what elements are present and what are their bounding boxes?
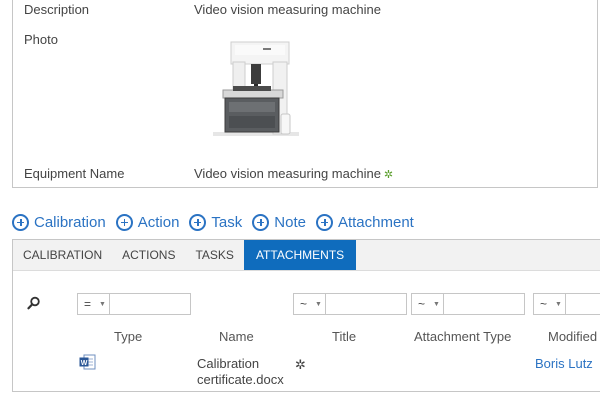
modified-by-link[interactable]: Boris Lutz <box>535 356 593 371</box>
description-label: Description <box>24 2 90 17</box>
modified-filter-operator-value: ~ <box>540 297 548 311</box>
attachment-name-line2[interactable]: certificate.docx <box>197 372 284 387</box>
equipment-name-value-wrapper: Video vision measuring machine ✲ <box>194 166 393 181</box>
add-action-label: Action <box>137 213 180 231</box>
chevron-down-icon: ▼ <box>315 301 322 308</box>
add-attachment-button[interactable]: Attachment <box>315 213 414 231</box>
add-calibration-button[interactable]: Calibration <box>12 213 106 231</box>
photo-label: Photo <box>24 32 58 47</box>
chevron-down-icon: ▼ <box>433 301 440 308</box>
related-items-panel: CALIBRATION ACTIONS TASKS ATTACHMENTS = ▼… <box>12 239 600 392</box>
title-filter-operator-value: ~ <box>300 297 308 311</box>
add-task-button[interactable]: Task <box>189 213 243 231</box>
add-attachment-label: Attachment <box>337 213 414 231</box>
action-links-bar: Calibration Action Task Note Attachment <box>12 211 424 233</box>
search-icon[interactable] <box>27 296 41 310</box>
word-document-icon[interactable]: W <box>79 354 96 370</box>
add-note-label: Note <box>274 213 306 231</box>
tab-bar: CALIBRATION ACTIONS TASKS ATTACHMENTS <box>13 240 600 271</box>
equipment-details-panel: Description Video vision measuring machi… <box>12 0 598 188</box>
plus-circle-icon <box>189 213 207 231</box>
tab-actions[interactable]: ACTIONS <box>112 240 185 270</box>
column-header-title[interactable]: Title <box>332 329 356 344</box>
plus-circle-icon <box>315 213 333 231</box>
column-header-modified[interactable]: Modified <box>548 329 597 344</box>
title-filter-operator[interactable]: ~ ▼ <box>293 293 326 315</box>
equipment-name-label: Equipment Name <box>24 166 125 181</box>
type-filter-input[interactable] <box>109 293 191 315</box>
tab-tasks[interactable]: TASKS <box>185 240 243 270</box>
attachment-type-filter-operator-value: ~ <box>418 297 426 311</box>
modified-filter-operator[interactable]: ~ ▼ <box>533 293 566 315</box>
tab-calibration[interactable]: CALIBRATION <box>13 240 112 270</box>
new-marker-icon: ✲ <box>295 357 306 372</box>
column-header-type[interactable]: Type <box>114 329 142 344</box>
add-action-button[interactable]: Action <box>115 213 180 231</box>
new-marker-icon: ✲ <box>383 169 394 181</box>
equipment-photo <box>213 41 299 136</box>
column-header-attachment-type[interactable]: Attachment Type <box>414 329 511 344</box>
plus-circle-icon <box>115 213 133 231</box>
type-filter-operator[interactable]: = ▼ <box>77 293 110 315</box>
column-header-name[interactable]: Name <box>219 329 254 344</box>
attachment-type-filter-operator[interactable]: ~ ▼ <box>411 293 444 315</box>
description-value: Video vision measuring machine <box>194 2 381 17</box>
add-task-label: Task <box>211 213 243 231</box>
chevron-down-icon: ▼ <box>555 301 562 308</box>
tab-attachments[interactable]: ATTACHMENTS <box>243 240 357 270</box>
svg-text:W: W <box>81 360 88 367</box>
equipment-name-value: Video vision measuring machine <box>194 166 381 181</box>
add-note-button[interactable]: Note <box>252 213 306 231</box>
attachment-name-line1[interactable]: Calibration <box>197 356 259 371</box>
chevron-down-icon: ▼ <box>99 301 106 308</box>
plus-circle-icon <box>12 213 29 231</box>
type-filter-operator-value: = <box>84 297 92 311</box>
plus-circle-icon <box>252 213 270 231</box>
modified-filter-input[interactable] <box>565 293 600 315</box>
attachment-type-filter-input[interactable] <box>443 293 525 315</box>
add-calibration-label: Calibration <box>34 213 106 231</box>
title-filter-input[interactable] <box>325 293 407 315</box>
